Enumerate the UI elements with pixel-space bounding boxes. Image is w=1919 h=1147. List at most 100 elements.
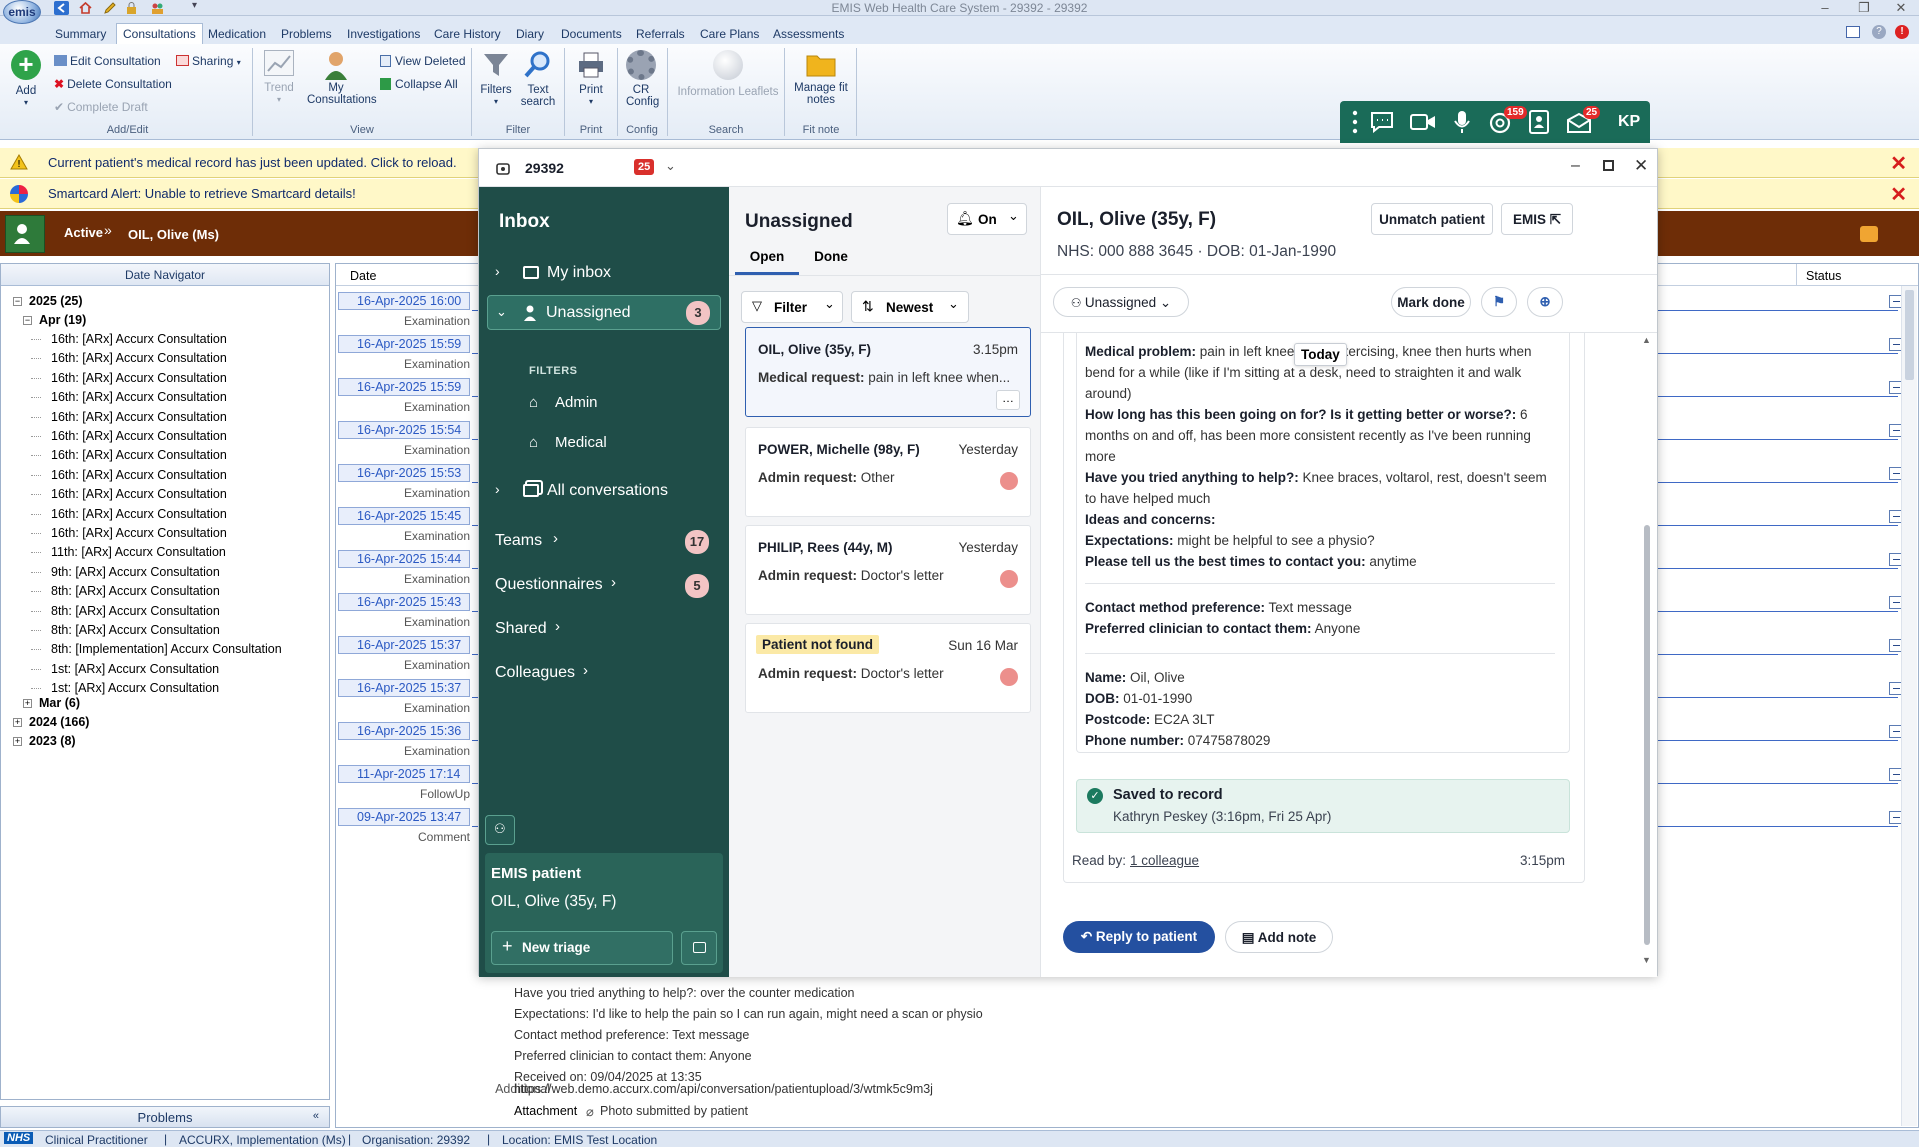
emis-button[interactable]: EMIS ⇱ <box>1501 203 1573 235</box>
tab-assessments[interactable]: Assessments <box>773 24 844 44</box>
expand-apr-icon[interactable]: − <box>23 316 32 325</box>
tree-consultation-item[interactable]: 8th: [ARx] Accurx Consultation <box>51 582 220 601</box>
tree-consultation-item[interactable]: 11th: [ARx] Accurx Consultation <box>51 543 226 562</box>
timeline-date-cell[interactable]: 16-Apr-2025 15:36 <box>338 722 470 740</box>
accurx-maximize-icon[interactable] <box>1603 160 1614 171</box>
tree-consultation-item[interactable]: 16th: [ARx] Accurx Consultation <box>51 524 227 543</box>
filter-admin-item[interactable]: ⌂ Admin <box>529 391 709 417</box>
alert-icon[interactable]: ! <box>1895 25 1909 39</box>
tab-care-history[interactable]: Care History <box>434 24 501 44</box>
sharing-button[interactable]: Sharing ▾ <box>176 54 241 68</box>
tree-year-2024[interactable]: 2024 (166) <box>29 713 89 732</box>
tab-care-plans[interactable]: Care Plans <box>700 24 759 44</box>
tab-open[interactable]: Open <box>735 239 799 275</box>
timeline-date-cell[interactable]: 16-Apr-2025 15:59 <box>338 335 470 353</box>
my-consultations-button[interactable]: My Consultations <box>302 50 377 106</box>
expand-2025-icon[interactable]: − <box>13 297 22 306</box>
conversation-card[interactable]: POWER, Michelle (98y, F) Yesterday Admin r… <box>745 427 1031 517</box>
collapse-up-icon[interactable]: « <box>313 1110 319 1122</box>
tab-problems[interactable]: Problems <box>281 24 332 44</box>
information-leaflets-button[interactable]: Information Leaflets <box>676 50 780 98</box>
timeline-date-cell[interactable]: 16-Apr-2025 15:44 <box>338 550 470 568</box>
timeline-date-cell[interactable]: 16-Apr-2025 15:54 <box>338 421 470 439</box>
toolbar-menu-icon[interactable] <box>1352 109 1358 135</box>
flag-button[interactable]: ⚑ <box>1481 287 1517 317</box>
accurx-minimize-icon[interactable]: – <box>1571 157 1580 175</box>
conversation-card[interactable]: PHILIP, Rees (44y, M) Yesterday Admin requ… <box>745 525 1031 615</box>
expand-mar-icon[interactable]: + <box>23 699 32 708</box>
card-more-button[interactable]: … <box>996 390 1020 410</box>
add-button[interactable]: + Add ▾ <box>8 50 44 109</box>
questionnaires-item[interactable]: Questionnaires › 5 <box>495 571 721 601</box>
scroll-down-icon[interactable]: ▼ <box>1642 955 1651 965</box>
view-deleted-button[interactable]: View Deleted <box>380 54 466 68</box>
tree-consultation-item[interactable]: 16th: [ARx] Accurx Consultation <box>51 388 227 407</box>
patient-switch-button[interactable]: ⚇ <box>485 815 515 845</box>
problems-bar[interactable]: Problems « <box>0 1106 330 1128</box>
filters-button[interactable]: Filters ▾ <box>476 50 516 108</box>
add-note-button[interactable]: ▤ Add note <box>1225 921 1333 953</box>
shared-item[interactable]: Shared › <box>495 615 721 645</box>
conversation-card[interactable]: Patient not found Sun 16 Mar Admin request… <box>745 623 1031 713</box>
tree-consultation-item[interactable]: 16th: [ARx] Accurx Consultation <box>51 408 227 427</box>
delete-consultation-button[interactable]: ✖ Delete Consultation <box>54 77 172 91</box>
tab-summary[interactable]: Summary <box>55 24 106 44</box>
all-conversations-item[interactable]: › All conversations <box>489 475 719 507</box>
tree-consultation-item[interactable]: 8th: [ARx] Accurx Consultation <box>51 602 220 621</box>
close-alert-icon[interactable]: ✕ <box>1890 151 1907 176</box>
tab-documents[interactable]: Documents <box>561 24 622 44</box>
timeline-date-cell[interactable]: 16-Apr-2025 16:00 <box>338 292 470 310</box>
contacts-icon[interactable] <box>1528 110 1550 134</box>
unassigned-item[interactable]: ⌄ Unassigned 3 <box>487 295 721 330</box>
tab-diary[interactable]: Diary <box>516 24 544 44</box>
cr-config-button[interactable]: CR Config <box>620 50 662 108</box>
trend-button[interactable]: Trend ▾ <box>260 50 298 106</box>
new-triage-button[interactable]: + New triage <box>491 931 673 965</box>
scroll-up-icon[interactable]: ▲ <box>1642 335 1651 345</box>
assign-button[interactable]: ⊕ <box>1527 287 1563 317</box>
detail-scroll-thumb[interactable] <box>1644 525 1650 945</box>
tree-consultation-item[interactable]: 16th: [ARx] Accurx Consultation <box>51 485 227 504</box>
tree-consultation-item[interactable]: 9th: [ARx] Accurx Consultation <box>51 563 220 582</box>
mark-done-button[interactable]: Mark done <box>1391 287 1471 317</box>
tree-year-2025[interactable]: 2025 (25) <box>29 292 83 311</box>
minimize-icon[interactable]: – <box>1814 0 1836 15</box>
window-switch-icon[interactable] <box>1846 26 1860 38</box>
attachment-link[interactable]: Photo submitted by patient <box>600 1104 748 1118</box>
notifications-toggle[interactable]: 🔔︎ On ⌄ <box>947 203 1027 235</box>
restore-icon[interactable]: ❐ <box>1853 0 1875 16</box>
tree-consultation-item[interactable]: 16th: [ARx] Accurx Consultation <box>51 466 227 485</box>
column-header-status[interactable]: Status <box>1806 269 1841 283</box>
tree-consultation-item[interactable]: 16th: [ARx] Accurx Consultation <box>51 427 227 446</box>
timeline-scrollbar[interactable] <box>1901 286 1917 1126</box>
filter-dropdown[interactable]: ▽ Filter ⌄ <box>741 291 843 323</box>
tree-consultation-item[interactable]: 16th: [ARx] Accurx Consultation <box>51 446 227 465</box>
banner-collapse-icon[interactable]: » <box>104 222 112 238</box>
upload-link[interactable]: https://web.demo.accurx.com/api/conversa… <box>514 1082 933 1096</box>
assignee-dropdown[interactable]: ⚇ Unassigned ⌄ <box>1053 287 1189 317</box>
timeline-date-cell[interactable]: 16-Apr-2025 15:37 <box>338 636 470 654</box>
timeline-date-cell[interactable]: 16-Apr-2025 15:53 <box>338 464 470 482</box>
message-icon[interactable] <box>1370 111 1394 133</box>
collapse-all-button[interactable]: Collapse All <box>380 77 458 91</box>
edit-consultation-button[interactable]: Edit Consultation <box>54 54 161 68</box>
expand-2024-icon[interactable]: + <box>13 718 22 727</box>
tab-medication[interactable]: Medication <box>208 24 266 44</box>
timeline-date-cell[interactable]: 16-Apr-2025 15:45 <box>338 507 470 525</box>
video-icon[interactable] <box>1410 113 1436 131</box>
tree-consultation-item[interactable]: 16th: [ARx] Accurx Consultation <box>51 369 227 388</box>
help-icon[interactable]: ? <box>1872 25 1886 39</box>
timeline-date-cell[interactable]: 16-Apr-2025 15:43 <box>338 593 470 611</box>
timeline-date-cell[interactable]: 16-Apr-2025 15:37 <box>338 679 470 697</box>
timeline-scroll-thumb[interactable] <box>1905 290 1914 380</box>
new-message-button[interactable] <box>681 931 717 965</box>
emis-logo[interactable]: emis <box>3 0 41 24</box>
tree-consultation-item[interactable]: 16th: [ARx] Accurx Consultation <box>51 505 227 524</box>
tree-month-mar[interactable]: Mar (6) <box>39 694 80 713</box>
timeline-date-cell[interactable]: 16-Apr-2025 15:59 <box>338 378 470 396</box>
reply-to-patient-button[interactable]: ↶ Reply to patient <box>1063 921 1215 953</box>
tab-done[interactable]: Done <box>799 239 863 275</box>
close-alert-icon[interactable]: ✕ <box>1890 182 1907 207</box>
sort-dropdown[interactable]: ⇅ Newest ⌄ <box>851 291 969 323</box>
tab-investigations[interactable]: Investigations <box>347 24 420 44</box>
